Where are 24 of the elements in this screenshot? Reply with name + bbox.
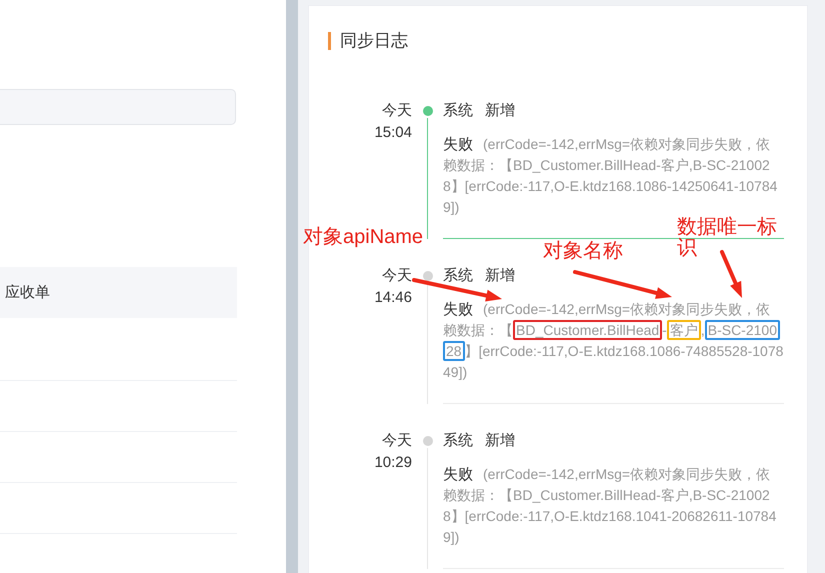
log-action: 新增 — [485, 266, 515, 286]
log-date: 今天 — [382, 431, 412, 451]
log-operator: 系统 — [443, 101, 473, 121]
log-date: 今天 — [382, 266, 412, 286]
log-date: 今天 — [382, 101, 412, 121]
log-message: 失败 (errCode=-142,errMsg=依赖对象同步失败，依赖数据：【BD_Customer.BillHead-客户,B-SC-210028】[errCode:-117,O-E.ktdz168.1041-20682611-107849]) — [443, 465, 778, 547]
log-time: 10:29 — [374, 453, 412, 473]
log-message: 失败 (errCode=-142,errMsg=依赖对象同步失败，依赖数据：【BD_Customer.BillHead-客户,B-SC-210028】[errCode:-117,O-E.ktdz168.1086-14250641-107849]) — [443, 135, 778, 216]
annotation-label: 对象apiName — [303, 227, 424, 248]
splitter-bar[interactable] — [286, 0, 298, 573]
annotation-arrow — [720, 250, 742, 298]
log-operator: 系统 — [443, 431, 473, 451]
log-time: 14:46 — [374, 288, 412, 308]
card-title: 同步日志 — [340, 30, 408, 52]
title-accent-bar — [328, 32, 331, 50]
annotation-label: 对象名称 — [543, 241, 624, 262]
input-field[interactable] — [0, 89, 236, 125]
log-action: 新增 — [485, 431, 515, 451]
log-operator: 系统 — [443, 266, 473, 286]
column-header: 应收单 — [4, 283, 50, 302]
log-time: 15:04 — [374, 123, 412, 143]
log-action: 新增 — [485, 101, 515, 121]
log-message: 失败 (errCode=-142,errMsg=依赖对象同步失败，依赖数据：【 BD_Customer.BillHead - 客户 , B-SC-210028 】[errCode:-117,O-E.ktdz168.1086-74885528-107849]) — [443, 300, 784, 382]
annotation-label: 数据唯一标识 — [677, 217, 778, 259]
